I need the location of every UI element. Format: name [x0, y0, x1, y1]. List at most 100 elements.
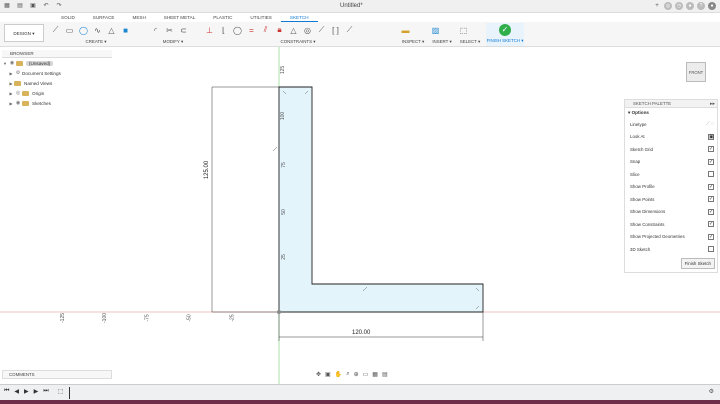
job-status-icon[interactable]: ◷: [675, 2, 683, 10]
browser-item-label: Sketches: [32, 100, 51, 106]
step-forward-icon[interactable]: ▶: [34, 388, 39, 395]
visibility-icon[interactable]: ◉: [14, 100, 22, 106]
curvature-icon[interactable]: ⟋: [344, 25, 355, 36]
width-dimension-value[interactable]: 120.00: [352, 330, 370, 336]
notifications-icon[interactable]: ●: [686, 2, 694, 10]
tangent-icon[interactable]: ◯: [232, 25, 243, 36]
avatar[interactable]: ●: [708, 2, 716, 10]
symmetry-icon[interactable]: [ ]: [330, 25, 341, 36]
tab-surface[interactable]: SURFACE: [84, 13, 124, 22]
file-icon[interactable]: ▤: [16, 2, 24, 10]
sketch-grid-checkbox[interactable]: ✓: [708, 146, 714, 153]
insert-image-icon[interactable]: ▨: [430, 25, 441, 36]
workspace-switcher[interactable]: DESIGN ▾: [4, 24, 44, 42]
timeline-marker[interactable]: [69, 387, 70, 399]
l-profile[interactable]: [278, 86, 484, 313]
go-to-end-icon[interactable]: ⏭: [43, 388, 48, 395]
browser-item-document-settings[interactable]: ▶ ⚙ Document Settings: [2, 68, 112, 78]
look-at-nav-icon[interactable]: ▣: [325, 371, 331, 380]
pan-icon[interactable]: ✋: [335, 371, 342, 380]
display-settings-icon[interactable]: ▭: [363, 371, 369, 380]
view-cube[interactable]: FRONT: [686, 62, 706, 82]
finish-sketch-button[interactable]: ✓ FINISH SKETCH ▾: [486, 23, 524, 46]
offset-icon[interactable]: ⊂: [178, 25, 189, 36]
circle-icon[interactable]: ◯: [78, 25, 89, 36]
help-icon[interactable]: ?: [697, 2, 705, 10]
insert-menu[interactable]: INSERT ▾: [430, 39, 454, 45]
create-menu[interactable]: CREATE ▾: [50, 39, 142, 45]
play-icon[interactable]: ▶: [24, 388, 29, 395]
palette-finish-sketch-button[interactable]: Finish Sketch: [680, 258, 715, 269]
orbit-icon[interactable]: ✥: [316, 371, 321, 380]
browser-item-sketches[interactable]: ▶ ◉ Sketches: [2, 98, 112, 108]
sketch-palette-header[interactable]: SKETCH PALETTE ▸▸: [625, 100, 717, 108]
select-menu[interactable]: SELECT ▾: [458, 39, 482, 45]
collinear-icon[interactable]: ⟋: [316, 25, 327, 36]
new-tab-icon[interactable]: +: [653, 2, 661, 10]
constraints-menu[interactable]: CONSTRAINTS ▾: [204, 39, 392, 45]
parallel-icon[interactable]: ⫽: [260, 25, 271, 36]
browser-item-root[interactable]: ▼ ◉ (Unsaved): [2, 58, 112, 68]
measure-icon[interactable]: ▬: [400, 25, 411, 36]
comments-panel[interactable]: COMMENTS: [2, 370, 112, 379]
visibility-icon[interactable]: ◉: [8, 60, 16, 66]
show-projected-geometries-checkbox[interactable]: ✓: [708, 233, 714, 240]
create-text-icon[interactable]: ■: [120, 25, 131, 36]
linetype-icons[interactable]: ⟋ ◌: [706, 121, 714, 127]
3d-sketch-checkbox[interactable]: [708, 246, 714, 253]
extensions-icon[interactable]: ◎: [664, 2, 672, 10]
trim-icon[interactable]: ✂: [164, 25, 175, 36]
inspect-menu[interactable]: INSPECT ▾: [400, 39, 426, 45]
step-back-icon[interactable]: ◀: [14, 388, 19, 395]
select-icon[interactable]: ⬚: [458, 25, 469, 36]
tab-mesh[interactable]: MESH: [124, 13, 155, 22]
rectangle-icon[interactable]: ▭: [64, 25, 75, 36]
tab-sketch[interactable]: SKETCH: [280, 13, 318, 22]
browser-item-named-views[interactable]: ▶ Named Views: [2, 78, 112, 88]
line-icon[interactable]: ⟋: [50, 25, 61, 36]
viewports-icon[interactable]: ▤: [382, 371, 388, 380]
equal-icon[interactable]: =: [246, 25, 257, 36]
midpoint-icon[interactable]: △: [288, 25, 299, 36]
origin-point[interactable]: [277, 310, 281, 314]
look-at-icon[interactable]: ▣: [708, 133, 714, 140]
lock-icon[interactable]: 🔒︎: [274, 25, 285, 36]
height-dimension-value[interactable]: 125.00: [204, 161, 210, 179]
concentric-icon[interactable]: ◎: [302, 25, 313, 36]
timeline-settings-icon[interactable]: ⚙: [709, 388, 714, 395]
snap-checkbox[interactable]: ✓: [708, 158, 714, 165]
go-to-start-icon[interactable]: ⏮: [4, 388, 9, 395]
spline-icon[interactable]: ∿: [92, 25, 103, 36]
tab-sheet-metal[interactable]: SHEET METAL: [155, 13, 204, 22]
fit-icon[interactable]: ⊕: [354, 371, 359, 380]
show-points-checkbox[interactable]: ✓: [708, 196, 714, 203]
save-icon[interactable]: ▣: [29, 2, 37, 10]
palette-row-show-projected-geometries: Show Projected Geometries ✓: [625, 231, 717, 244]
tab-plastic[interactable]: PLASTIC: [204, 13, 241, 22]
visibility-icon[interactable]: ◎: [14, 90, 22, 96]
redo-icon[interactable]: ↷: [55, 2, 63, 10]
modify-menu[interactable]: MODIFY ▾: [150, 39, 196, 45]
tab-utilities[interactable]: UTILITIES: [241, 13, 280, 22]
show-constraints-checkbox[interactable]: ✓: [708, 221, 714, 228]
triangle-icon[interactable]: △: [106, 25, 117, 36]
fillet-icon[interactable]: ◜: [150, 25, 161, 36]
undo-icon[interactable]: ↶: [42, 2, 50, 10]
palette-row-slice: Slice: [625, 168, 717, 181]
grid-settings-icon[interactable]: ▦: [372, 371, 378, 380]
coincident-icon[interactable]: ⌊: [218, 25, 229, 36]
grid-menu-icon[interactable]: ▦: [3, 2, 11, 10]
zoom-icon[interactable]: ⌕: [346, 371, 349, 380]
ribbon-toolbar: DESIGN ▾ ⟋ ▭ ◯ ∿ △ ■ CREATE ▾ ◜ ✂ ⊂ MODI…: [0, 22, 720, 47]
timeline-controls: ⏮ ◀ ▶ ▶ ⏭ ⬚: [4, 388, 63, 395]
show-profile-checkbox[interactable]: ✓: [708, 183, 714, 190]
timeline-sketch-feature-icon[interactable]: ⬚: [58, 388, 64, 395]
show-dimensions-checkbox[interactable]: ✓: [708, 208, 714, 215]
browser-item-origin[interactable]: ▶ ◎ Origin: [2, 88, 112, 98]
slice-checkbox[interactable]: [708, 171, 714, 178]
tab-solid[interactable]: SOLID: [52, 13, 84, 22]
dimension-icon[interactable]: ⊥: [204, 25, 215, 36]
options-section[interactable]: ▾ Options: [625, 108, 717, 118]
collapse-icon[interactable]: ▸▸: [710, 100, 715, 108]
browser-header[interactable]: BROWSER: [2, 50, 112, 58]
